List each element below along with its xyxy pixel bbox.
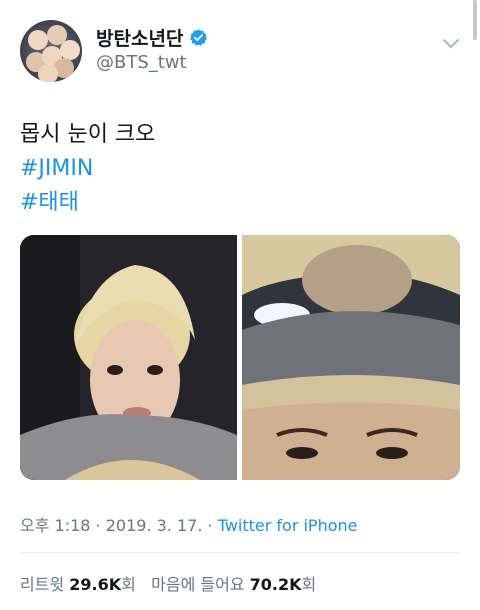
- retweets-suffix: 회: [121, 575, 136, 594]
- avatar[interactable]: [20, 20, 82, 82]
- name-row: 방탄소년단: [96, 24, 208, 51]
- likes-count[interactable]: 70.2K: [250, 575, 302, 594]
- tweet-date[interactable]: 2019. 3. 17.: [106, 516, 203, 535]
- tweet-time[interactable]: 오후 1:18: [20, 516, 90, 535]
- display-name[interactable]: 방탄소년단: [96, 24, 183, 51]
- tweet-source[interactable]: Twitter for iPhone: [218, 516, 358, 535]
- tweet-body: 몹시 눈이 크오: [20, 122, 156, 147]
- retweets-label[interactable]: 리트윗: [20, 575, 64, 594]
- verified-badge-icon: [190, 29, 208, 46]
- tweet-header: 방탄소년단 @BTS_twt: [20, 20, 460, 84]
- hashtag-jimin[interactable]: #JIMIN: [20, 152, 460, 186]
- likes-suffix: 회: [301, 575, 317, 594]
- retweets-count[interactable]: 29.6K: [69, 575, 121, 594]
- hashtag-taetae[interactable]: #태태: [20, 186, 460, 220]
- divider: [20, 552, 460, 553]
- photo-jimin[interactable]: [20, 235, 237, 480]
- meta-separator: ·: [202, 516, 218, 535]
- tweet-stats: 리트윗 29.6K회 마음에 들어요 70.2K회: [20, 571, 316, 595]
- user-handle[interactable]: @BTS_twt: [96, 52, 187, 73]
- meta-separator: ·: [90, 516, 106, 535]
- tweet-text: 몹시 눈이 크오 #JIMIN #태태: [20, 118, 460, 220]
- tweet-meta: 오후 1:18 · 2019. 3. 17. · Twitter for iPh…: [20, 512, 358, 536]
- likes-label[interactable]: 마음에 들어요: [151, 575, 244, 594]
- chevron-down-icon[interactable]: [442, 38, 460, 50]
- scrollbar[interactable]: [473, 0, 477, 40]
- media-grid: [20, 235, 460, 480]
- photo-taehyung[interactable]: [242, 235, 460, 480]
